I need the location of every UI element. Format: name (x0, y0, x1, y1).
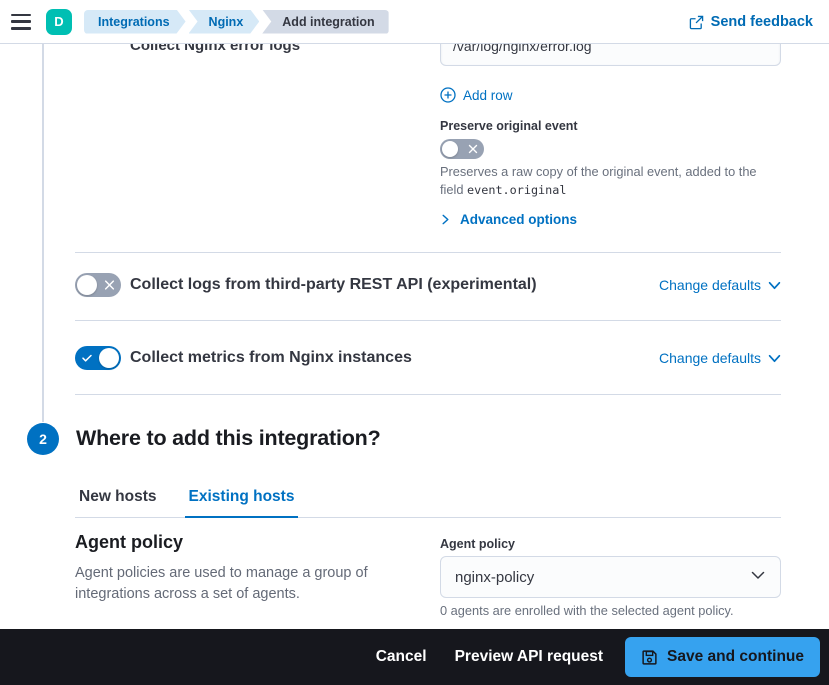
preserve-original-event-toggle[interactable] (440, 139, 484, 159)
external-link-icon (689, 15, 704, 30)
step-connector-line (42, 44, 44, 422)
breadcrumb-integrations[interactable]: Integrations (84, 10, 186, 34)
step-2-number-badge: 2 (27, 423, 59, 455)
bottom-action-bar: Cancel Preview API request Save and cont… (0, 629, 829, 685)
chevron-down-icon (768, 279, 781, 292)
send-feedback-link[interactable]: Send feedback (689, 0, 813, 44)
save-icon (641, 649, 658, 666)
check-icon (81, 352, 93, 364)
advanced-options-label: Advanced options (460, 212, 577, 227)
preserve-original-event-help: Preserves a raw copy of the original eve… (440, 163, 772, 198)
collect-logs-toggle[interactable] (75, 273, 121, 297)
app-header: D Integrations Nginx Add integration Sen… (0, 0, 829, 44)
host-tabs: New hosts Existing hosts (75, 484, 781, 518)
preserve-original-event-label: Preserve original event (440, 119, 578, 133)
agent-policy-section-description: Agent policies are used to manage a grou… (75, 563, 395, 604)
cross-icon (104, 280, 115, 291)
plus-circle-icon (440, 87, 456, 103)
save-and-continue-button[interactable]: Save and continue (625, 637, 820, 677)
preview-api-request-button[interactable]: Preview API request (455, 648, 603, 666)
cross-icon (468, 144, 478, 154)
tab-new-hosts[interactable]: New hosts (75, 484, 161, 517)
divider (75, 394, 781, 395)
collect-metrics-change-defaults[interactable]: Change defaults (659, 350, 781, 366)
toggle-thumb (77, 275, 97, 295)
send-feedback-label: Send feedback (711, 14, 813, 30)
breadcrumb-add-integration: Add integration (262, 10, 388, 34)
toggle-thumb (99, 348, 119, 368)
event-original-code: event.original (467, 183, 566, 197)
collect-metrics-row: Collect metrics from Nginx instances Cha… (75, 336, 781, 380)
cancel-button[interactable]: Cancel (376, 648, 427, 666)
menu-icon[interactable] (11, 14, 31, 30)
chevron-down-icon (750, 567, 766, 587)
collect-metrics-label: Collect metrics from Nginx instances (130, 349, 412, 367)
save-and-continue-label: Save and continue (667, 648, 804, 666)
agent-policy-field-label: Agent policy (440, 537, 515, 551)
collect-logs-row: Collect logs from third-party REST API (… (75, 263, 781, 307)
add-row-button[interactable]: Add row (440, 87, 513, 103)
divider (75, 320, 781, 321)
agent-policy-selected-value: nginx-policy (455, 569, 534, 586)
toggle-thumb (442, 141, 458, 157)
divider (75, 252, 781, 253)
breadcrumb: Integrations Nginx Add integration (84, 10, 392, 34)
collect-logs-label: Collect logs from third-party REST API (… (130, 276, 537, 294)
chevron-right-icon (440, 214, 451, 225)
change-defaults-label: Change defaults (659, 350, 761, 366)
agent-policy-section-title: Agent policy (75, 532, 183, 553)
chevron-down-icon (768, 352, 781, 365)
deployment-logo[interactable]: D (46, 9, 72, 35)
change-defaults-label: Change defaults (659, 277, 761, 293)
agent-policy-select[interactable]: nginx-policy (440, 556, 781, 598)
agent-policy-help-text: 0 agents are enrolled with the selected … (440, 603, 734, 618)
tab-existing-hosts[interactable]: Existing hosts (185, 484, 299, 518)
collect-logs-change-defaults[interactable]: Change defaults (659, 277, 781, 293)
step-2-title: Where to add this integration? (76, 426, 381, 451)
breadcrumb-nginx[interactable]: Nginx (189, 10, 260, 34)
add-row-label: Add row (463, 88, 513, 103)
advanced-options-toggle[interactable]: Advanced options (440, 212, 577, 227)
collect-metrics-toggle[interactable] (75, 346, 121, 370)
